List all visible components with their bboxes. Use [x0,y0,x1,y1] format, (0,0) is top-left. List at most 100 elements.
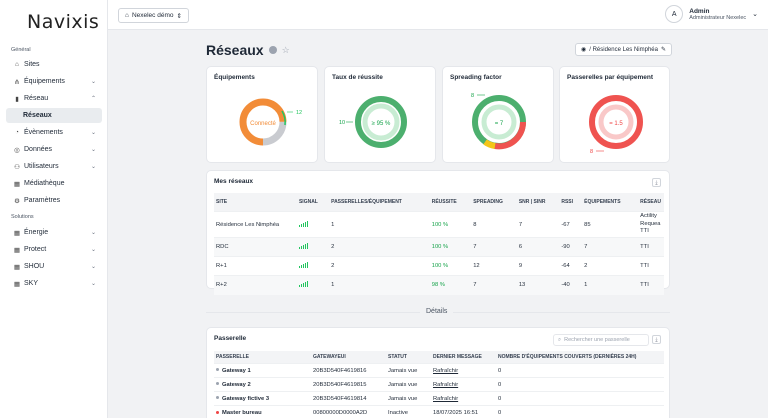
cell-snr: 9 [516,256,560,276]
sidebar-item-protect[interactable]: ▦ Protect ⌄ [6,242,102,257]
sidebar-item-mediatheque[interactable]: ▦ Médiathèque [6,176,102,191]
sidebar-item-donnees[interactable]: ◎ Données ⌄ [6,142,102,157]
donut-passerelles: = 1.5 8 [589,95,643,155]
col-rssi[interactable]: RSSI [559,193,583,212]
table-row[interactable]: Gateway 2 20B3D540F4619815 Jamais vue Ra… [214,377,664,392]
col-site[interactable]: SITE [214,193,297,212]
sidebar-item-equipements[interactable]: ⋔ Équipements ⌄ [6,74,102,89]
export-icon[interactable]: ⤓ [652,178,661,187]
col-passerelle[interactable]: PASSERELLE [214,351,311,364]
chevron-down-icon: ⌄ [90,147,96,153]
sidebar-item-parametres[interactable]: ⚙ Paramètres [6,193,102,208]
cell-success: 100 % [429,237,472,257]
cell-status: Jamais vue [386,377,431,392]
chevron-down-icon: ⌄ [90,79,96,85]
kpi-card-taux: Taux de réussite ≥ 95 % 10 [324,66,436,163]
star-icon[interactable]: ☆ [282,45,290,56]
sidebar-item-reseaux[interactable]: Réseaux [6,108,102,123]
export-icon[interactable]: ⤓ [652,335,661,344]
cell-spreading: 12 [471,256,517,276]
grid-icon: ▦ [13,229,21,237]
app-logo[interactable]: Navixis [27,11,99,33]
grid-icon: ▦ [13,263,21,271]
networks-card: Mes réseaux ⤓ SITE SIGNAL PASSERELLES/ÉQ… [206,170,670,295]
sidebar-item-energie[interactable]: ▦ Énergie ⌄ [6,225,102,240]
cell-site: R+1 [214,256,297,276]
col-reseau[interactable]: RÉSEAU [638,193,664,212]
refresh-link[interactable]: Rafraîchir [431,363,496,378]
org-selector[interactable]: ⌂ Nexelec démo ⇕ [118,8,189,23]
cell-status: Inactive [386,405,431,418]
gateway-table: PASSERELLE GATEWAYEUI STATUT DERNIER MES… [214,351,664,418]
chevron-down-icon: ⌄ [90,264,96,270]
search-icon: ⌕ [558,336,562,343]
chevron-up-icon: ⌃ [90,96,96,102]
sidebar-item-sites[interactable]: ⌂ Sites [6,57,102,72]
cell-spreading: 8 [471,211,517,238]
user-name: Admin [689,7,710,15]
user-menu[interactable]: A Admin Administrateur Nexelec ⌄ [665,5,758,23]
chevron-updown-icon: ⇕ [176,12,182,20]
cell-equip: 85 [582,211,639,238]
table-row[interactable]: Résidence Les Nimphéa 1 100 % 8 7 -67 85… [214,211,664,238]
cell-count: 0 [496,405,664,418]
cell-gw: 1 [329,211,430,238]
cell-spreading: 7 [471,275,517,295]
col-spreading[interactable]: SPREADING [471,193,517,212]
col-passerelles[interactable]: PASSERELLES/ÉQUIPEMENT [329,193,430,212]
table-row[interactable]: RDC 2 100 % 7 6 -90 7 TTI [214,237,664,257]
info-icon[interactable] [268,46,277,54]
cell-gw: 2 [329,237,430,257]
status-dot [216,410,219,414]
table-row[interactable]: Gateway 1 20B3D540F4619816 Jamais vue Ra… [214,363,664,378]
location-button[interactable]: ◉ / Résidence Les Nimphéa ✎ [575,43,672,56]
sidebar-item-reseau[interactable]: ▮ Réseau ⌃ [6,91,102,106]
section-general-label: Général [11,47,31,53]
gateway-title: Passerelle [214,335,247,342]
sidebar-item-sky[interactable]: ▦ SKY ⌄ [6,276,102,291]
cell-eui: 00800000D0000A2D [311,405,386,418]
topbar: ⌂ Nexelec démo ⇕ A Admin Administrateur Ne… [108,0,768,30]
col-nombre[interactable]: NOMBRE D'ÉQUIPEMENTS COUVERTS (DERNIÈRES… [496,351,664,364]
donut-center-label: Connecté [250,121,276,127]
sidebar-item-utilisateurs[interactable]: ⚇ Utilisateurs ⌄ [6,159,102,174]
col-equipements[interactable]: ÉQUIPEMENTS [582,193,639,212]
table-row[interactable]: R+1 2 100 % 12 9 -64 2 TTI [214,256,664,276]
col-reussite[interactable]: RÉUSSITE [429,193,472,212]
users-icon: ⚇ [14,163,20,171]
chevron-down-icon: ⌄ [90,164,96,170]
sidebar-item-evenements[interactable]: ◔ Évènements ⌄ [6,125,102,140]
cell-net: TTI [638,237,664,257]
col-dernier[interactable]: DERNIER MESSAGE [431,351,496,364]
sidebar-item-shou[interactable]: ▦ SHOU ⌄ [6,259,102,274]
status-dot [216,396,219,400]
col-signal[interactable]: SIGNAL [296,193,330,212]
table-row[interactable]: R+2 1 98 % 7 13 -40 1 TTI [214,275,664,295]
table-row[interactable]: Gateway fictive 3 20B3D540F4619814 Jamai… [214,391,664,406]
cell-status: Jamais vue [386,391,431,406]
cell-snr: 7 [516,211,560,238]
avatar: A [665,5,684,23]
donut-spreading: = 7 8 [471,93,527,150]
donut-center-label: = 1.5 [609,121,623,127]
chevron-down-icon: ⌄ [90,130,96,136]
pin-icon: ◉ [581,47,587,53]
gateway-search-input[interactable]: ⌕ Rechercher une passerelle [553,334,649,346]
chevron-down-icon: ⌄ [90,247,96,253]
building-icon: ⌂ [125,12,129,19]
refresh-link[interactable]: Rafraîchir [431,391,496,406]
col-snr[interactable]: SNR | SINR [516,193,560,212]
signal-icon [296,237,330,257]
details-label: Détails [420,308,454,315]
refresh-link[interactable]: Rafraîchir [431,377,496,392]
col-eui[interactable]: GATEWAYEUI [311,351,386,364]
gear-icon: ⚙ [14,197,20,205]
page-title-row: Réseaux ☆ [206,42,290,58]
cell-net: TTI [638,275,664,295]
col-statut[interactable]: STATUT [386,351,431,364]
bar-chart-icon: ▮ [15,95,19,103]
cell-rssi: -40 [559,275,583,295]
table-row[interactable]: Master bureau 00800000D0000A2D Inactive … [214,405,664,418]
cell-eui: 20B3D540F4619816 [311,363,386,378]
donut-side-label: 8 [590,149,593,155]
